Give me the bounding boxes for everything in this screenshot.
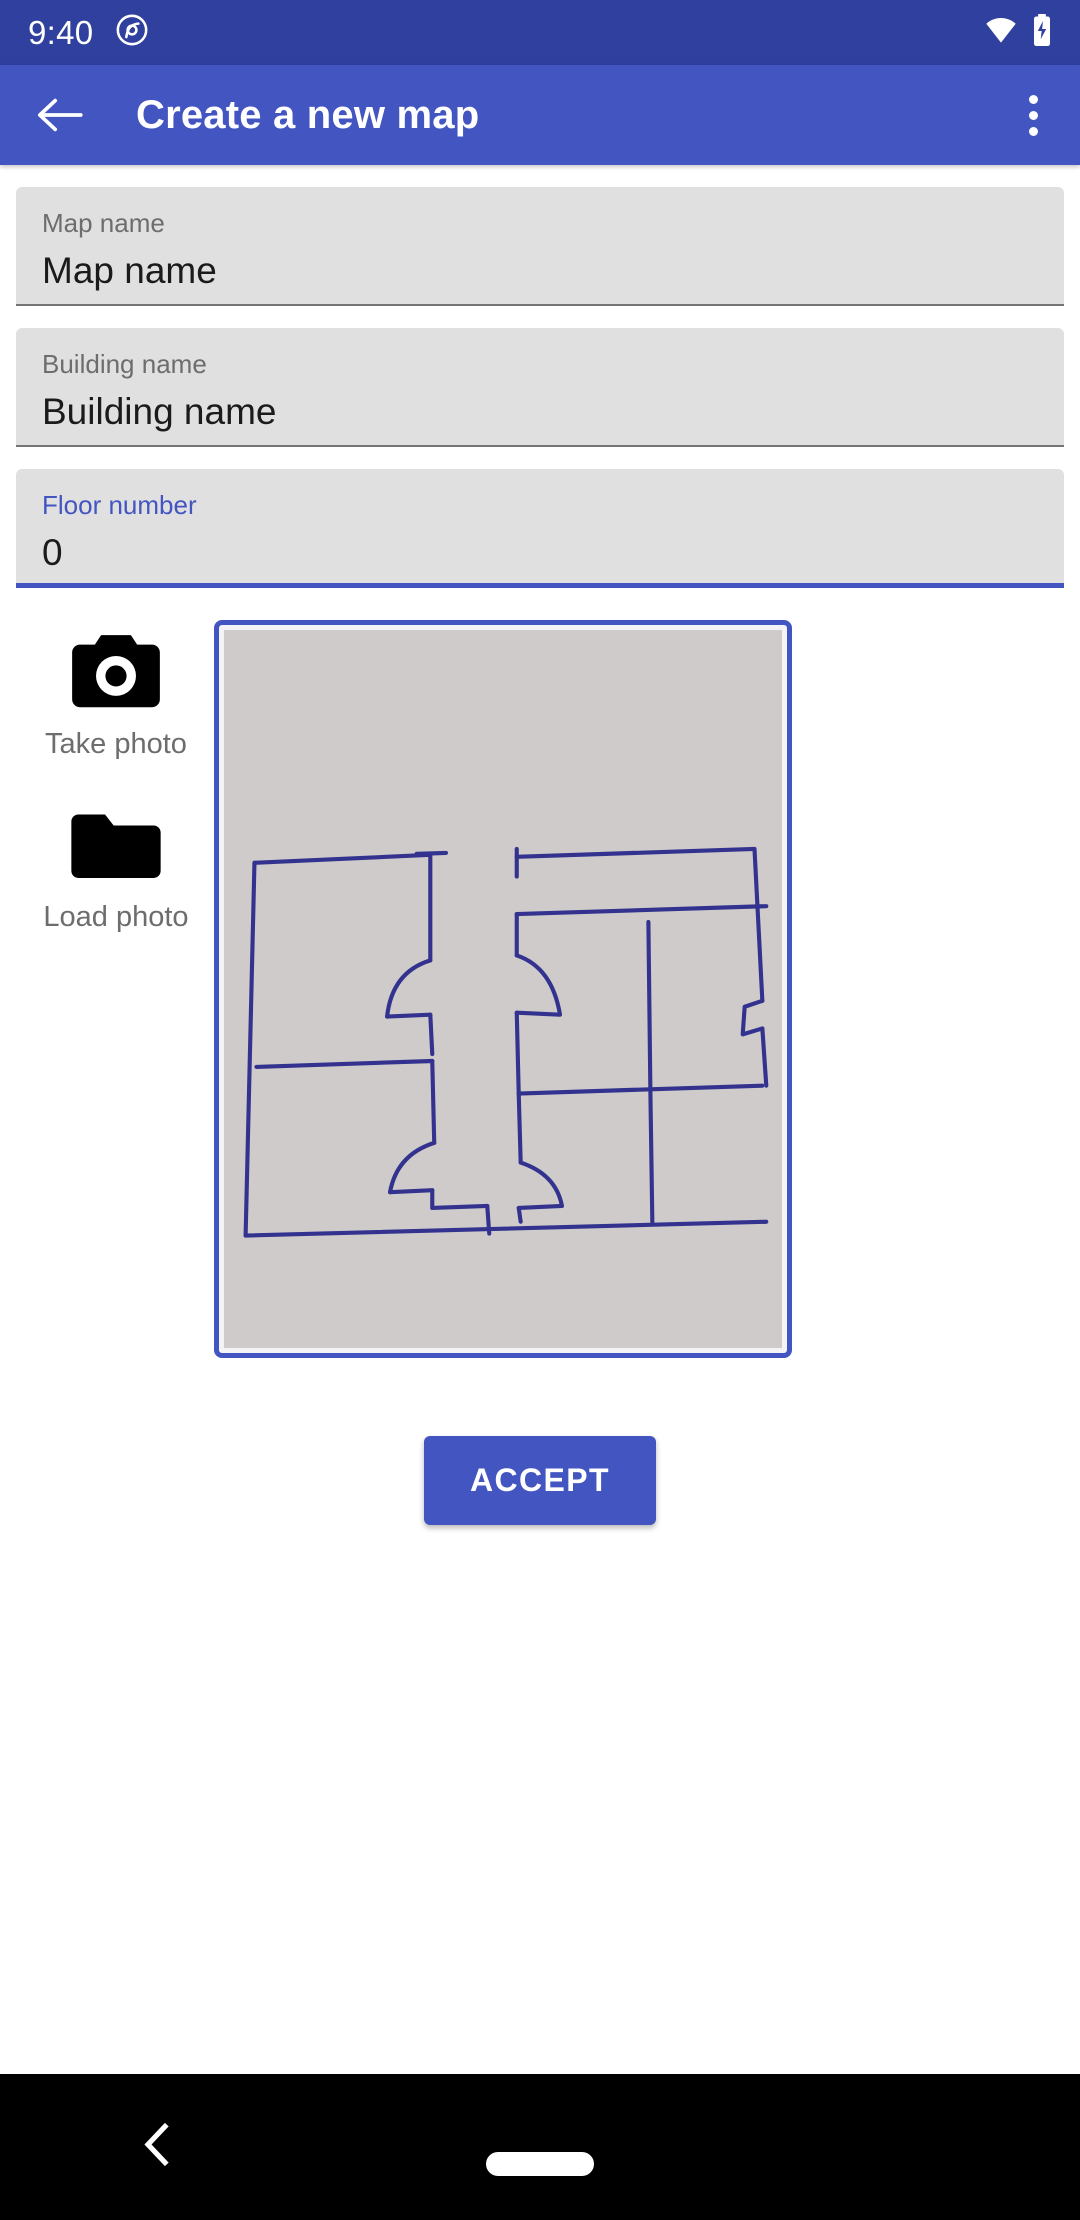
map-name-label: Map name [42,208,165,238]
floor-plan-photo-preview[interactable] [214,620,792,1359]
home-pill-icon[interactable] [486,2152,594,2176]
building-name-label: Building name [42,349,207,380]
building-name-field[interactable]: Building name Building name [16,328,1064,448]
status-bar-left-icons [115,13,149,52]
floor-number-input[interactable]: 0 [42,532,1038,575]
android-nav-bar [0,2074,1080,2220]
wifi-icon [984,16,1018,49]
building-name-input[interactable]: Building name [42,391,1038,434]
app-bar: Create a new map [0,65,1080,165]
load-photo-button[interactable]: Load photo [32,809,200,934]
building-name-underline [16,445,1064,448]
form-section: Map name Map name Building name Building… [0,187,1080,1526]
photo-actions-list: Take photo Load photo [32,620,200,1358]
status-bar-time: 9:40 [28,13,94,51]
chevron-left-icon[interactable] [140,2122,174,2172]
floor-number-label: Floor number [42,490,197,521]
folder-icon [32,809,200,885]
map-name-input[interactable]: Map name [42,250,1038,293]
take-photo-label: Take photo [45,728,187,761]
photo-section: Take photo Load photo [16,620,1064,1359]
floor-plan-photo [224,630,782,1349]
page-title: Create a new map [136,92,480,137]
more-vertical-icon[interactable] [1021,85,1046,146]
camera-icon [32,632,200,712]
privacy-indicator-icon [115,13,149,52]
take-photo-button[interactable]: Take photo [32,632,200,761]
status-bar: 9:40 [0,0,1080,65]
status-bar-right-icons [984,14,1052,51]
app-screen: 9:40 Create a new map Map name Map name … [0,0,1080,2220]
map-name-underline [16,304,1064,307]
accept-button[interactable]: ACCEPT [424,1436,656,1526]
floor-plan-drawing [243,847,769,1239]
accept-button-row: ACCEPT [16,1436,1064,1526]
floor-number-underline [16,583,1064,589]
arrow-left-icon[interactable] [34,89,86,141]
floor-number-field[interactable]: Floor number 0 [16,469,1064,589]
battery-charging-icon [1032,14,1052,51]
map-name-field[interactable]: Map name Map name [16,187,1064,307]
load-photo-label: Load photo [43,901,189,934]
